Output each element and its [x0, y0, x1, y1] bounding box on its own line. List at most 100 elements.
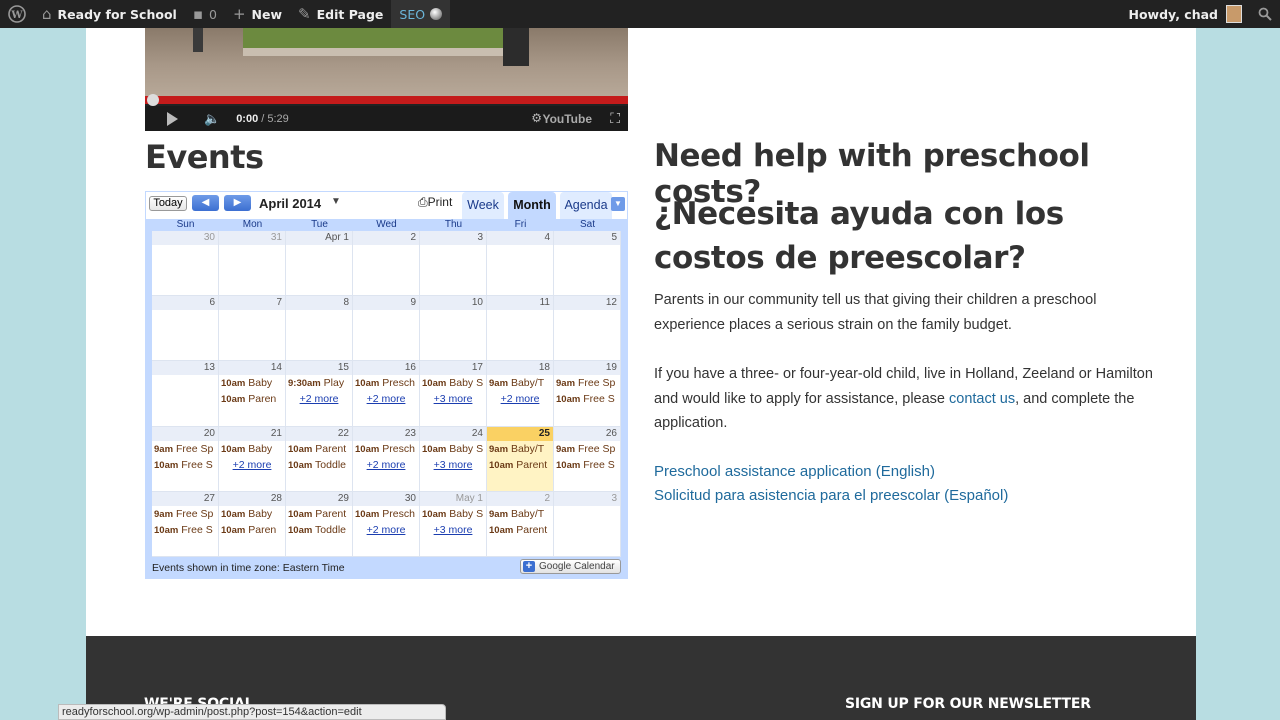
- calendar-day-cell[interactable]: 10: [420, 296, 487, 362]
- calendar-day-cell[interactable]: 2 9am Baby/T 10am Parent: [487, 491, 554, 557]
- new-content-button[interactable]: + New: [225, 0, 290, 28]
- calendar-day-cell[interactable]: 29 10am Parent 10am Toddle: [286, 491, 353, 557]
- calendar-event[interactable]: 10am Free S: [556, 393, 615, 405]
- application-link-spanish[interactable]: Solicitud para asistencia para el preesc…: [654, 487, 1008, 504]
- calendar-day-cell[interactable]: 5: [554, 231, 621, 297]
- calendar-day-cell[interactable]: May 1 10am Baby S +3 more: [420, 491, 487, 557]
- seo-menu[interactable]: SEO: [391, 0, 451, 28]
- calendar-day-cell[interactable]: 12: [554, 296, 621, 362]
- calendar-day-cell[interactable]: 20 9am Free Sp 10am Free S: [152, 426, 219, 492]
- calendar-day-cell[interactable]: 31: [219, 231, 286, 297]
- wordpress-logo-icon[interactable]: W: [0, 0, 34, 28]
- calendar-event[interactable]: 9am Free Sp: [154, 443, 213, 455]
- calendar-event[interactable]: 9am Free Sp: [556, 443, 615, 455]
- calendar-day-cell[interactable]: 3: [420, 231, 487, 297]
- chevron-down-icon[interactable]: ▼: [331, 196, 341, 207]
- youtube-logo[interactable]: YouTube: [542, 112, 592, 126]
- calendar-event[interactable]: 10am Paren: [221, 524, 276, 536]
- calendar-event[interactable]: 10am Baby S: [422, 508, 483, 520]
- more-events-link[interactable]: +3 more: [420, 393, 486, 405]
- video-progress-bar[interactable]: [145, 96, 628, 104]
- calendar-day-cell[interactable]: 23 10am Presch +2 more: [353, 426, 420, 492]
- account-menu[interactable]: Howdy, chad: [1120, 0, 1250, 28]
- tab-month[interactable]: Month: [508, 192, 556, 219]
- calendar-day-cell[interactable]: 17 10am Baby S +3 more: [420, 361, 487, 427]
- application-link-english[interactable]: Preschool assistance application (Englis…: [654, 463, 935, 480]
- calendar-day-cell[interactable]: 9: [353, 296, 420, 362]
- calendar-event[interactable]: 10am Paren: [221, 393, 276, 405]
- calendar-event[interactable]: 10am Baby: [221, 377, 272, 389]
- calendar-day-cell[interactable]: 30: [152, 231, 219, 297]
- calendar-event[interactable]: 10am Baby: [221, 443, 272, 455]
- calendar-event[interactable]: 9am Baby/T: [489, 508, 544, 520]
- calendar-event[interactable]: 10am Free S: [556, 459, 615, 471]
- calendar-day-cell[interactable]: Apr 1: [286, 231, 353, 297]
- site-name-link[interactable]: ⌂ Ready for School: [34, 0, 185, 28]
- calendar-event[interactable]: 10am Toddle: [288, 459, 346, 471]
- calendar-event[interactable]: 10am Parent: [288, 508, 346, 520]
- calendar-day-cell[interactable]: 16 10am Presch +2 more: [353, 361, 420, 427]
- more-events-link[interactable]: +2 more: [353, 393, 419, 405]
- settings-icon[interactable]: ⚙: [531, 111, 542, 125]
- calendar-event[interactable]: 10am Free S: [154, 524, 213, 536]
- calendar-day-cell[interactable]: 4: [487, 231, 554, 297]
- calendar-day-cell[interactable]: 27 9am Free Sp 10am Free S: [152, 491, 219, 557]
- tab-week[interactable]: Week: [462, 192, 504, 219]
- calendar-event[interactable]: 10am Parent: [489, 459, 547, 471]
- more-events-link[interactable]: +2 more: [487, 393, 553, 405]
- calendar-day-cell[interactable]: 6: [152, 296, 219, 362]
- edit-page-button[interactable]: ✎ Edit Page: [290, 0, 391, 28]
- calendar-event[interactable]: 10am Baby S: [422, 377, 483, 389]
- fullscreen-icon[interactable]: ⛶: [610, 110, 620, 127]
- calendar-day-cell[interactable]: 25 9am Baby/T 10am Parent: [487, 426, 554, 492]
- calendar-day-cell[interactable]: 19 9am Free Sp 10am Free S: [554, 361, 621, 427]
- video-scrubber-handle[interactable]: [147, 94, 159, 106]
- search-icon[interactable]: [1250, 0, 1280, 28]
- more-events-link[interactable]: +2 more: [286, 393, 352, 405]
- calendar-day-cell[interactable]: 3: [554, 491, 621, 557]
- calendar-event[interactable]: 10am Parent: [489, 524, 547, 536]
- calendar-day-cell[interactable]: 28 10am Baby 10am Paren: [219, 491, 286, 557]
- calendar-day-cell[interactable]: 2: [353, 231, 420, 297]
- calendar-event[interactable]: 9am Free Sp: [154, 508, 213, 520]
- calendar-event[interactable]: 9am Baby/T: [489, 443, 544, 455]
- add-to-google-calendar-button[interactable]: + Google Calendar: [520, 559, 621, 574]
- more-events-link[interactable]: +3 more: [420, 459, 486, 471]
- more-events-link[interactable]: +2 more: [219, 459, 285, 471]
- print-button[interactable]: ⎙Print: [418, 195, 452, 210]
- calendar-event[interactable]: 9am Baby/T: [489, 377, 544, 389]
- calendar-day-cell[interactable]: 14 10am Baby 10am Paren: [219, 361, 286, 427]
- calendar-day-cell[interactable]: 26 9am Free Sp 10am Free S: [554, 426, 621, 492]
- contact-us-link[interactable]: contact us: [949, 391, 1015, 407]
- calendar-event[interactable]: 10am Parent: [288, 443, 346, 455]
- today-button[interactable]: Today: [149, 196, 187, 211]
- video-player[interactable]: 🔈 0:00 / 5:29 ⚙ YouTube ⛶: [145, 28, 628, 131]
- calendar-day-cell[interactable]: 18 9am Baby/T +2 more: [487, 361, 554, 427]
- play-icon[interactable]: [167, 111, 178, 126]
- calendar-day-cell[interactable]: 21 10am Baby +2 more: [219, 426, 286, 492]
- calendar-day-cell[interactable]: 7: [219, 296, 286, 362]
- calendar-day-cell[interactable]: 11: [487, 296, 554, 362]
- more-events-link[interactable]: +2 more: [353, 459, 419, 471]
- calendar-event[interactable]: 9:30am Play: [288, 377, 344, 389]
- calendar-event[interactable]: 10am Toddle: [288, 524, 346, 536]
- calendar-event[interactable]: 9am Free Sp: [556, 377, 615, 389]
- calendar-day-cell[interactable]: 8: [286, 296, 353, 362]
- calendar-event[interactable]: 10am Baby: [221, 508, 272, 520]
- calendar-event[interactable]: 10am Presch: [355, 377, 415, 389]
- previous-month-button[interactable]: ◀: [192, 195, 219, 211]
- more-events-link[interactable]: +2 more: [353, 524, 419, 536]
- calendar-day-cell[interactable]: 30 10am Presch +2 more: [353, 491, 420, 557]
- calendar-day-cell[interactable]: 15 9:30am Play +2 more: [286, 361, 353, 427]
- view-dropdown-icon[interactable]: ▼: [611, 197, 625, 211]
- comments-link[interactable]: ▪ 0: [185, 0, 225, 28]
- calendar-day-cell[interactable]: 22 10am Parent 10am Toddle: [286, 426, 353, 492]
- calendar-day-cell[interactable]: 13: [152, 361, 219, 427]
- calendar-event[interactable]: 10am Presch: [355, 443, 415, 455]
- next-month-button[interactable]: ▶: [224, 195, 251, 211]
- calendar-event[interactable]: 10am Free S: [154, 459, 213, 471]
- more-events-link[interactable]: +3 more: [420, 524, 486, 536]
- calendar-event[interactable]: 10am Presch: [355, 508, 415, 520]
- volume-icon[interactable]: 🔈: [204, 111, 220, 127]
- calendar-event[interactable]: 10am Baby S: [422, 443, 483, 455]
